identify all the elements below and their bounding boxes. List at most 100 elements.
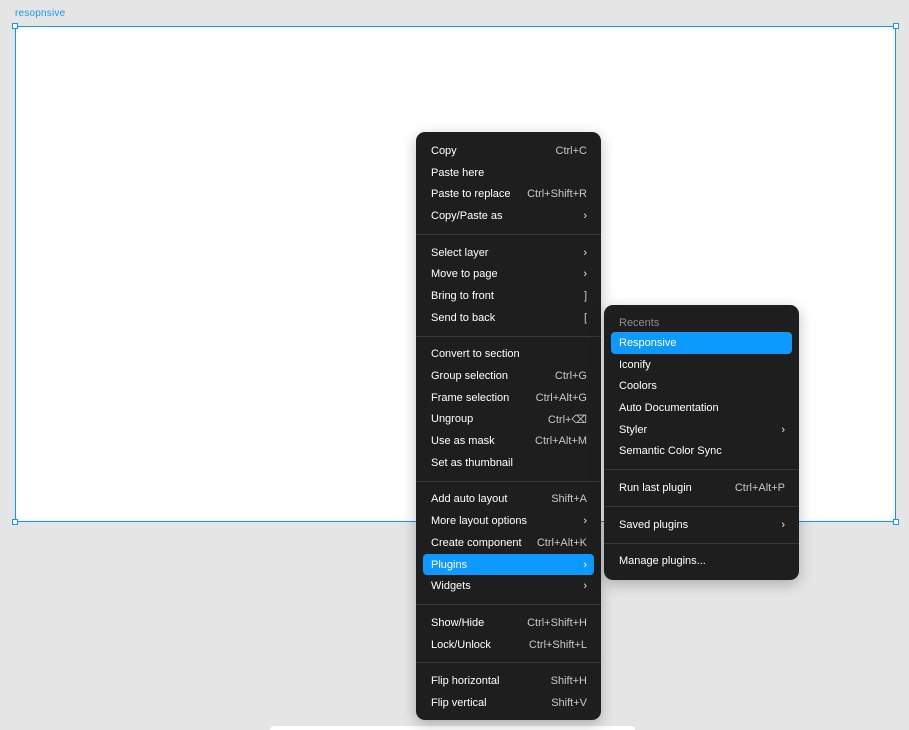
menu-item-coolors[interactable]: Coolors <box>611 375 792 397</box>
menu-item-shortcut: ] <box>583 289 587 302</box>
context-menu: Copy Ctrl+C Paste here Paste to replace Ctrl… <box>416 132 601 720</box>
menu-item-shortcut: Ctrl+⌫ <box>547 413 587 426</box>
menu-item-label: Select layer <box>431 246 489 259</box>
resize-handle-top-left[interactable] <box>12 23 18 29</box>
menu-item-label: Show/Hide <box>431 616 485 629</box>
menu-item-manage-plugins[interactable]: Manage plugins... <box>611 551 792 573</box>
menu-item-shortcut: Shift+A <box>551 493 587 506</box>
menu-item-label: Bring to front <box>431 289 494 302</box>
menu-item-shortcut: Ctrl+Alt+P <box>734 481 785 494</box>
menu-item-frame-selection[interactable]: Frame selection Ctrl+Alt+G <box>423 387 594 409</box>
menu-item-label: Group selection <box>431 370 509 383</box>
menu-item-responsive[interactable]: Responsive <box>611 332 792 354</box>
chevron-right-icon: › <box>583 558 587 571</box>
menu-separator <box>416 480 601 482</box>
menu-item-label: Use as mask <box>431 435 495 448</box>
menu-item-show-hide[interactable]: Show/Hide Ctrl+Shift+H <box>423 612 594 634</box>
menu-item-label: Copy <box>431 144 457 157</box>
menu-separator <box>416 604 601 606</box>
chevron-right-icon: › <box>583 209 587 222</box>
menu-item-use-as-mask[interactable]: Use as mask Ctrl+Alt+M <box>423 430 594 452</box>
menu-item-label: More layout options <box>431 515 527 528</box>
menu-item-iconify[interactable]: Iconify <box>611 354 792 376</box>
menu-item-label: Paste here <box>431 166 485 179</box>
menu-item-label: Run last plugin <box>619 481 692 494</box>
menu-separator <box>416 335 601 337</box>
menu-item-label: Move to page <box>431 268 498 281</box>
menu-item-add-auto-layout[interactable]: Add auto layout Shift+A <box>423 489 594 511</box>
menu-item-shortcut: Ctrl+Alt+K <box>536 536 587 549</box>
menu-item-set-as-thumbnail[interactable]: Set as thumbnail <box>423 452 594 474</box>
menu-item-convert-to-section[interactable]: Convert to section <box>423 344 594 366</box>
menu-item-flip-vertical[interactable]: Flip vertical Shift+V <box>423 692 594 714</box>
menu-item-bring-to-front[interactable]: Bring to front] <box>423 285 594 307</box>
menu-item-label: Ungroup <box>431 413 474 426</box>
frame-name-label[interactable]: resopnsive <box>15 8 65 19</box>
menu-item-label: Set as thumbnail <box>431 456 513 469</box>
menu-item-semantic-color-sync[interactable]: Semantic Color Sync <box>611 440 792 462</box>
menu-item-lock-unlock[interactable]: Lock/Unlock Ctrl+Shift+L <box>423 634 594 656</box>
menu-item-shortcut: Ctrl+Shift+L <box>528 638 587 651</box>
resize-handle-bottom-left[interactable] <box>12 519 18 525</box>
menu-item-plugins[interactable]: Plugins › <box>423 553 594 576</box>
menu-item-label: Widgets <box>431 580 471 593</box>
menu-item-shortcut: Ctrl+Shift+H <box>527 616 587 629</box>
menu-item-label: Responsive <box>619 336 677 349</box>
menu-item-ungroup[interactable]: Ungroup Ctrl+⌫ <box>423 409 594 431</box>
menu-item-select-layer[interactable]: Select layer › <box>423 242 594 264</box>
menu-item-label: Styler <box>619 423 648 436</box>
chevron-right-icon: › <box>583 268 587 281</box>
menu-item-send-to-back[interactable]: Send to back [ <box>423 307 594 329</box>
menu-item-flip-horizontal[interactable]: Flip horizontal Shift+H <box>423 670 594 692</box>
menu-item-shortcut: Shift+H <box>550 675 587 688</box>
menu-item-copy-paste-as[interactable]: Copy/Paste as › <box>423 205 594 227</box>
menu-item-label: Flip horizontal <box>431 675 500 688</box>
menu-item-auto-documentation[interactable]: Auto Documentation <box>611 397 792 419</box>
menu-item-saved-plugins[interactable]: Saved plugins › <box>611 514 792 536</box>
menu-item-label: Iconify <box>619 358 651 371</box>
menu-item-label: Auto Documentation <box>619 401 719 414</box>
menu-item-label: Add auto layout <box>431 493 508 506</box>
menu-item-more-layout-options[interactable]: More layout options › <box>423 510 594 532</box>
menu-item-group-selection[interactable]: Group selection Ctrl+G <box>423 365 594 387</box>
menu-item-shortcut: [ <box>583 311 587 324</box>
chevron-right-icon: › <box>781 518 785 531</box>
menu-item-paste-to-replace[interactable]: Paste to replace Ctrl+Shift+R <box>423 183 594 205</box>
menu-item-styler[interactable]: Styler › <box>611 419 792 441</box>
menu-item-widgets[interactable]: Widgets › <box>423 575 594 597</box>
menu-separator <box>604 505 799 507</box>
menu-separator <box>604 542 799 544</box>
resize-handle-bottom-right[interactable] <box>893 519 899 525</box>
menu-item-shortcut: Ctrl+Alt+G <box>535 391 587 404</box>
menu-item-create-component[interactable]: Create component Ctrl+Alt+K <box>423 532 594 554</box>
chevron-right-icon: › <box>781 423 785 436</box>
bottom-toolbar-edge <box>270 726 635 730</box>
menu-item-move-to-page[interactable]: Move to page › <box>423 263 594 285</box>
menu-item-label: Flip vertical <box>431 696 487 709</box>
chevron-right-icon: › <box>583 515 587 528</box>
menu-item-label: Saved plugins <box>619 518 689 531</box>
menu-item-label: Plugins <box>431 558 468 571</box>
menu-item-label: Frame selection <box>431 391 510 404</box>
menu-item-copy[interactable]: Copy Ctrl+C <box>423 140 594 162</box>
menu-item-paste-here[interactable]: Paste here <box>423 162 594 184</box>
chevron-right-icon: › <box>583 580 587 593</box>
menu-item-label: Manage plugins... <box>619 555 706 568</box>
menu-item-label: Create component <box>431 536 522 549</box>
resize-handle-top-right[interactable] <box>893 23 899 29</box>
plugins-submenu: Recents Responsive Iconify Coolors Auto Doc… <box>604 305 799 580</box>
recents-list: Responsive Iconify Coolors Auto Documentati… <box>611 332 792 462</box>
menu-item-label: Copy/Paste as <box>431 209 503 222</box>
recents-heading: Recents <box>619 316 660 329</box>
menu-item-label: Convert to section <box>431 348 520 361</box>
chevron-right-icon: › <box>583 246 587 259</box>
menu-separator <box>604 469 799 471</box>
menu-item-shortcut: Ctrl+Shift+R <box>527 188 587 201</box>
menu-item-label: Paste to replace <box>431 188 511 201</box>
menu-item-shortcut: Ctrl+G <box>554 370 587 383</box>
menu-item-run-last-plugin[interactable]: Run last plugin Ctrl+Alt+P <box>611 477 792 499</box>
menu-item-label: Send to back <box>431 311 496 324</box>
menu-item-label: Coolors <box>619 380 657 393</box>
menu-item-shortcut: Shift+V <box>551 696 587 709</box>
menu-item-shortcut: Ctrl+Alt+M <box>535 435 587 448</box>
